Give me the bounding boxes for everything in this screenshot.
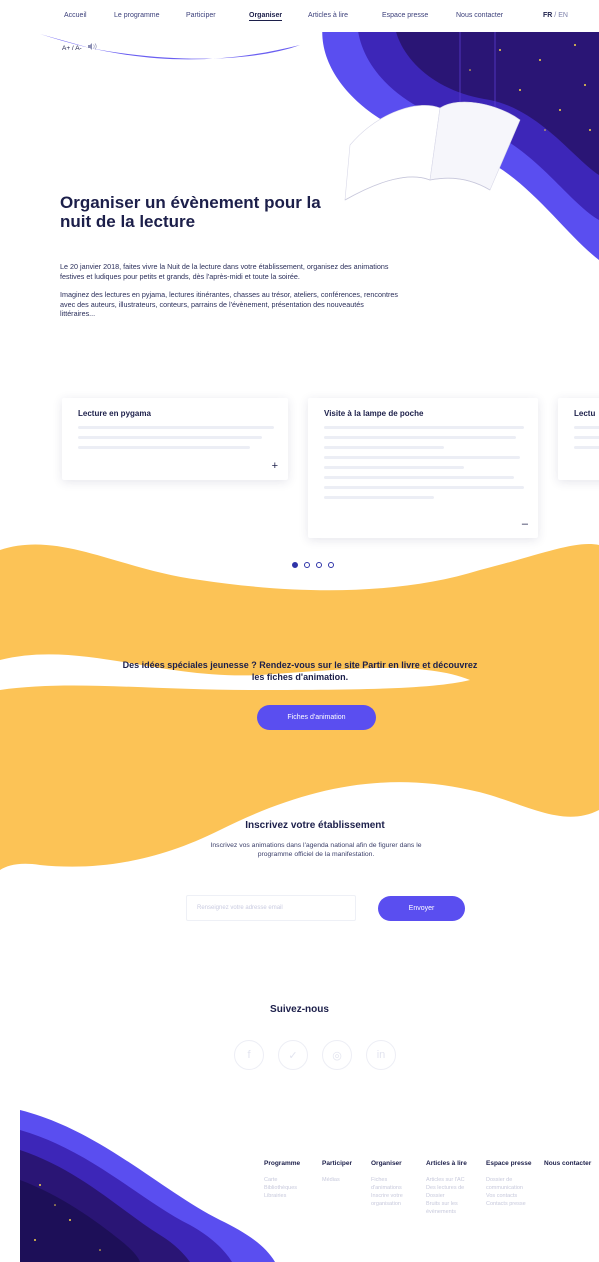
carousel-dot-2[interactable] xyxy=(304,562,310,568)
instagram-icon[interactable]: ◎ xyxy=(322,1040,352,1070)
footer-link[interactable]: d'animations xyxy=(371,1184,403,1192)
footer-col-participer: Participer Médias xyxy=(322,1160,352,1184)
nav-articles[interactable]: Articles à lire xyxy=(308,12,348,19)
footer-link[interactable]: Contacts presse xyxy=(486,1200,532,1208)
accessibility-controls: A+ / A- xyxy=(62,43,97,52)
email-input[interactable]: Renseignez votre adresse email xyxy=(186,895,356,921)
register-text: Inscrivez vos animations dans l'agenda n… xyxy=(210,842,422,858)
carousel-dot-1[interactable] xyxy=(292,562,298,568)
footer-link[interactable]: Dossier de xyxy=(486,1176,532,1184)
nav-participer[interactable]: Participer xyxy=(186,12,216,19)
speaker-icon[interactable] xyxy=(87,43,97,52)
footer-heading[interactable]: Espace presse xyxy=(486,1160,532,1167)
language-switcher: FR / EN xyxy=(543,12,568,19)
footer-link[interactable]: Articles sur l'AC xyxy=(426,1176,467,1184)
footer-heading[interactable]: Organiser xyxy=(371,1160,403,1167)
footer-link[interactable]: organisation xyxy=(371,1200,403,1208)
facebook-icon[interactable]: f xyxy=(234,1040,264,1070)
expand-icon[interactable]: + xyxy=(272,460,278,472)
footer-link[interactable]: Carte xyxy=(264,1176,300,1184)
carousel-dot-4[interactable] xyxy=(328,562,334,568)
follow-title: Suivez-nous xyxy=(270,1004,329,1015)
footer-col-organiser: Organiser Fiches d'animations Inscrire v… xyxy=(371,1160,403,1208)
footer-col-nous-contacter: Nous contacter xyxy=(544,1160,591,1176)
footer-link[interactable]: Médias xyxy=(322,1176,352,1184)
footer-heading[interactable]: Programme xyxy=(264,1160,300,1167)
carousel-dot-3[interactable] xyxy=(316,562,322,568)
top-navigation: Accueil Le programme Participer Organise… xyxy=(0,0,599,32)
footer-link[interactable]: Inscrire votre xyxy=(371,1192,403,1200)
collapse-icon[interactable]: – xyxy=(522,518,528,530)
nav-nous-contacter[interactable]: Nous contacter xyxy=(456,12,503,19)
card-title: Lecture en pygama xyxy=(78,409,151,418)
submit-button[interactable]: Envoyer xyxy=(378,896,465,921)
social-links: f ✓ ◎ in xyxy=(234,1040,396,1070)
footer-col-espace-presse: Espace presse Dossier de communication V… xyxy=(486,1160,532,1208)
card-lecture-en-pygama[interactable]: Lecture en pygama + xyxy=(62,398,288,480)
footer-illustration xyxy=(20,1110,275,1262)
linkedin-icon[interactable]: in xyxy=(366,1040,396,1070)
nav-organiser[interactable]: Organiser xyxy=(249,12,283,21)
text-size-toggle[interactable]: A+ / A- xyxy=(62,45,82,52)
fiches-animation-button[interactable]: Fiches d'animation xyxy=(257,705,376,730)
register-title: Inscrivez votre établissement xyxy=(245,820,385,831)
page-title: Organiser un évènement pour la nuit de l… xyxy=(60,193,321,231)
card-partial[interactable]: Lectu xyxy=(558,398,599,480)
card-title: Visite à la lampe de poche xyxy=(324,409,424,418)
footer-link[interactable]: Bruits sur les xyxy=(426,1200,467,1208)
footer-link[interactable]: Fiches xyxy=(371,1176,403,1184)
intro-paragraph-1: Le 20 janvier 2018, faites vivre la Nuit… xyxy=(60,262,389,281)
footer-heading[interactable]: Participer xyxy=(322,1160,352,1167)
nav-le-programme[interactable]: Le programme xyxy=(114,12,160,19)
lang-fr[interactable]: FR xyxy=(543,12,552,19)
intro-text: Le 20 janvier 2018, faites vivre la Nuit… xyxy=(60,262,400,328)
twitter-icon[interactable]: ✓ xyxy=(278,1040,308,1070)
footer-link[interactable]: évènements xyxy=(426,1208,467,1216)
carousel-pagination xyxy=(292,562,334,568)
footer-heading[interactable]: Articles à lire xyxy=(426,1160,467,1167)
footer-link[interactable]: Bibliothèques xyxy=(264,1184,300,1192)
footer-col-programme: Programme Carte Bibliothèques Librairies xyxy=(264,1160,300,1200)
footer-link[interactable]: communication xyxy=(486,1184,532,1192)
footer-heading[interactable]: Nous contacter xyxy=(544,1160,591,1167)
card-visite-lampe-de-poche[interactable]: Visite à la lampe de poche – xyxy=(308,398,538,538)
intro-paragraph-2: Imaginez des lectures en pyjama, lecture… xyxy=(60,290,398,318)
nav-accueil[interactable]: Accueil xyxy=(64,12,87,19)
footer-link[interactable]: Vos contacts xyxy=(486,1192,532,1200)
nav-espace-presse[interactable]: Espace presse xyxy=(382,12,428,19)
promo-text: Des idées spéciales jeunesse ? Rendez-vo… xyxy=(122,660,478,682)
footer-link[interactable]: Librairies xyxy=(264,1192,300,1200)
footer-col-articles: Articles à lire Articles sur l'AC Des le… xyxy=(426,1160,467,1216)
footer-link[interactable]: Dossier xyxy=(426,1192,467,1200)
footer-link[interactable]: Des lectures de xyxy=(426,1184,467,1192)
card-title: Lectu xyxy=(574,409,596,418)
lang-en[interactable]: EN xyxy=(558,12,568,19)
